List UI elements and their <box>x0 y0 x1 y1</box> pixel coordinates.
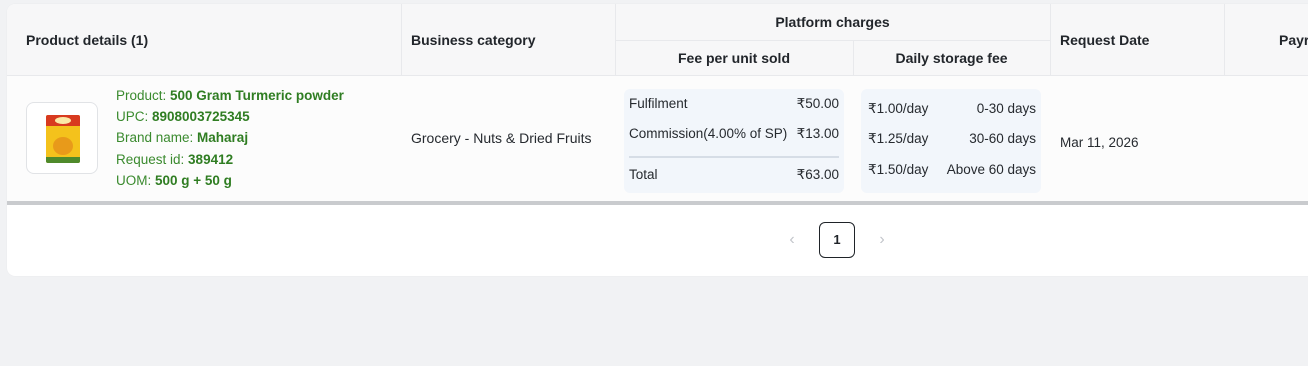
total-label: Total <box>629 167 658 182</box>
product-uom: UOM: 500 g + 50 g <box>116 173 232 188</box>
requests-table: Product details (1) Business category Pl… <box>7 4 1308 205</box>
fulfilment-value: ₹50.00 <box>796 96 839 111</box>
business-category-value: Grocery - Nuts & Dried Fruits <box>411 130 592 146</box>
divider <box>615 40 1050 41</box>
horizontal-scrollbar[interactable] <box>7 201 1308 205</box>
storage-rate: ₹1.50/day <box>868 162 929 177</box>
total-value: ₹63.00 <box>796 167 839 182</box>
pagination: ‹ 1 › <box>7 222 1308 262</box>
header-fee-per-unit: Fee per unit sold <box>677 50 790 66</box>
storage-range: 30-60 days <box>969 131 1036 146</box>
turmeric-pack-icon <box>46 115 80 163</box>
header-business-category[interactable]: Business category <box>411 32 536 48</box>
page-1-button[interactable]: 1 <box>819 222 855 258</box>
request-date-value: Mar 11, 2026 <box>1060 135 1139 150</box>
header-payment[interactable]: Payr <box>1279 32 1308 48</box>
header-platform-charges: Platform charges <box>775 14 890 30</box>
header-daily-storage: Daily storage fee <box>895 50 1008 66</box>
product-thumbnail[interactable] <box>26 102 98 174</box>
storage-rate: ₹1.25/day <box>868 131 929 146</box>
storage-rate: ₹1.00/day <box>868 101 929 116</box>
chevron-left-icon[interactable]: ‹ <box>774 222 810 258</box>
requests-card: Product details (1) Business category Pl… <box>7 4 1308 276</box>
storage-range: 0-30 days <box>976 101 1036 116</box>
fee-divider <box>629 156 839 158</box>
fulfilment-label: Fulfilment <box>629 96 688 111</box>
product-brand: Brand name: Maharaj <box>116 130 249 145</box>
storage-range: Above 60 days <box>946 162 1036 177</box>
header-request-date[interactable]: Request Date <box>1060 32 1149 48</box>
commission-value: ₹13.00 <box>796 126 839 141</box>
product-name: Product: 500 Gram Turmeric powder <box>116 88 344 103</box>
header-product-details[interactable]: Product details (1) <box>26 32 148 48</box>
product-upc: UPC: 8908003725345 <box>116 109 250 124</box>
chevron-right-icon[interactable]: › <box>864 222 900 258</box>
product-request-id: Request id: 389412 <box>116 152 234 167</box>
